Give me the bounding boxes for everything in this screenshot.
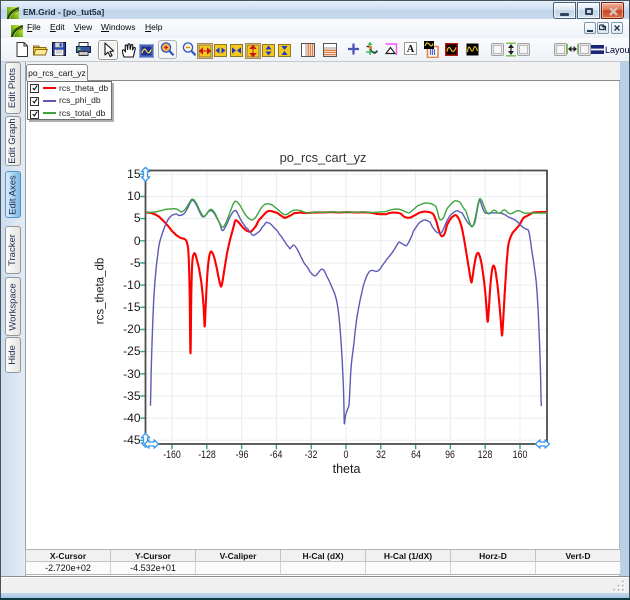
svg-text:A: A <box>407 44 415 55</box>
